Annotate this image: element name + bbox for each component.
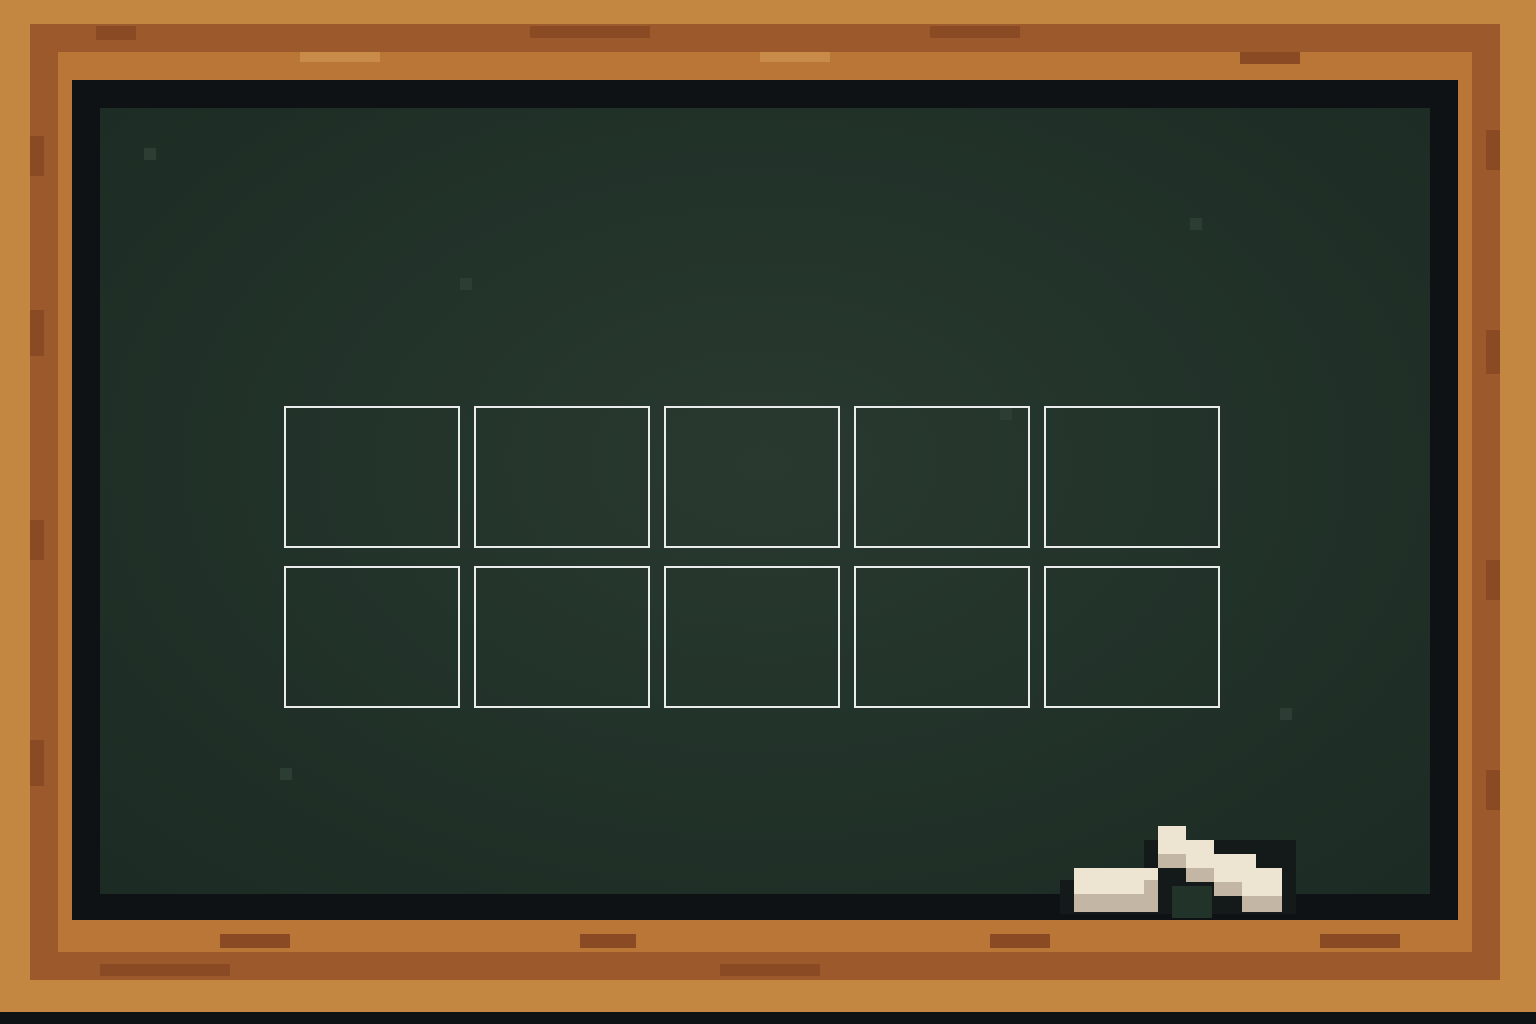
wood-grain <box>1486 330 1500 374</box>
wood-grain <box>30 136 44 176</box>
slot-r1-c1[interactable] <box>284 406 460 548</box>
wood-grain <box>100 964 230 976</box>
slot-r2-c4[interactable] <box>854 566 1030 708</box>
chalk-dust <box>144 148 156 160</box>
chalk-piece-right <box>1186 840 1214 868</box>
wood-grain <box>1320 934 1400 948</box>
wood-grain <box>1486 130 1500 170</box>
wood-grain <box>720 964 820 976</box>
wood-grain <box>1240 52 1300 64</box>
chalk-piece-right <box>1242 868 1282 896</box>
slot-r2-c2[interactable] <box>474 566 650 708</box>
wood-grain <box>1486 560 1500 600</box>
wood-grain <box>30 740 44 786</box>
chalk-piece-left-shade <box>1144 880 1158 912</box>
slot-r2-c5[interactable] <box>1044 566 1220 708</box>
slot-r2-c3[interactable] <box>664 566 840 708</box>
slot-r1-c2[interactable] <box>474 406 650 548</box>
wood-grain <box>760 52 830 62</box>
wood-grain <box>30 310 44 356</box>
chalk-piece-right-shade <box>1214 882 1242 896</box>
chalk-piece-right <box>1158 826 1186 854</box>
chalk-dust <box>1190 218 1202 230</box>
chalk-piece-right-shade <box>1186 868 1214 882</box>
wood-grain <box>300 52 380 62</box>
wood-grain <box>1486 770 1500 810</box>
chalk-piece-right-shade <box>1158 854 1186 868</box>
chalk-dust <box>280 768 292 780</box>
wood-grain <box>930 26 1020 38</box>
slot-r2-c1[interactable] <box>284 566 460 708</box>
chalkboard-scene <box>0 0 1536 1024</box>
wood-grain <box>530 26 650 38</box>
chalk-gap <box>1172 886 1212 918</box>
wood-grain <box>990 934 1050 948</box>
wood-grain <box>96 26 136 40</box>
wood-grain <box>580 934 636 948</box>
chalk-piece-right-shade <box>1242 896 1282 912</box>
slot-r1-c3[interactable] <box>664 406 840 548</box>
chalk-dust <box>1280 708 1292 720</box>
slot-r1-c5[interactable] <box>1044 406 1220 548</box>
wood-grain <box>30 520 44 560</box>
slot-r1-c4[interactable] <box>854 406 1030 548</box>
chalk-dust <box>460 278 472 290</box>
wood-grain <box>220 934 290 948</box>
